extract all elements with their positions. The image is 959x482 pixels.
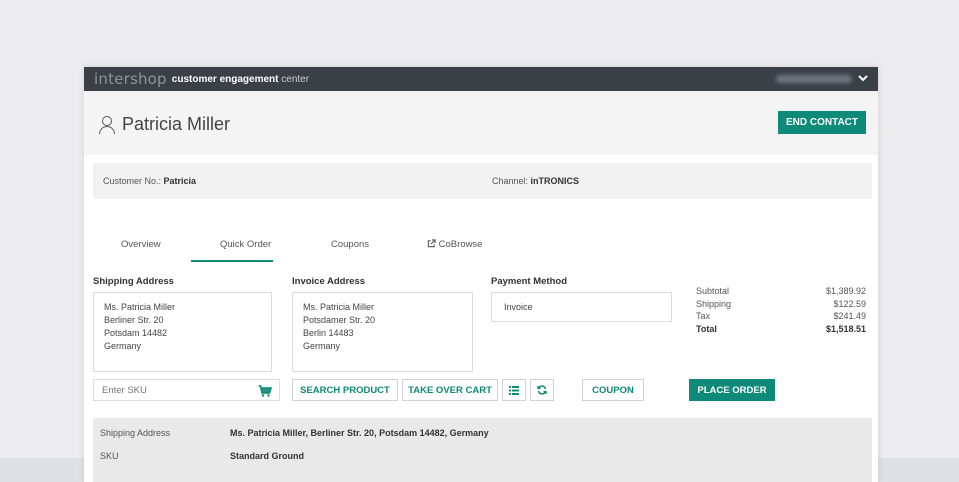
active-tab-indicator	[191, 260, 273, 262]
tab-quick-order[interactable]: Quick Order	[220, 239, 271, 262]
person-icon	[98, 115, 116, 135]
totals-row-tax: Tax $241.49	[696, 311, 866, 321]
customer-title: Patricia Miller	[98, 114, 230, 135]
shipping-address-title: Shipping Address	[93, 276, 174, 287]
tab-cobrowse[interactable]: CoBrowse	[427, 239, 482, 262]
channel: Channel: inTRONICS	[492, 176, 580, 186]
take-over-cart-button[interactable]: TAKE OVER CART	[402, 379, 498, 401]
product-name: customer engagement center	[171, 73, 310, 85]
tab-coupons[interactable]: Coupons	[331, 239, 369, 262]
list-icon	[509, 385, 519, 395]
payment-method-value: Invoice	[504, 302, 533, 312]
address-line: Potsdam 14482	[104, 328, 168, 338]
address-line: Berliner Str. 20	[104, 315, 164, 325]
invoice-address-box[interactable]: Ms. Patricia Miller Potsdamer Str. 20 Be…	[292, 292, 473, 372]
address-line: Ms. Patricia Miller	[104, 302, 176, 312]
payment-method-box[interactable]: Invoice	[491, 292, 672, 322]
search-product-button[interactable]: SEARCH PRODUCT	[292, 379, 398, 401]
totals-row-total: Total $1,518.51	[696, 323, 866, 334]
end-contact-button[interactable]: END CONTACT	[777, 111, 866, 134]
address-line: Ms. Patricia Miller	[303, 302, 375, 312]
address-line: Germany	[303, 341, 341, 351]
tab-overview[interactable]: Overview	[121, 239, 161, 262]
user-name-blurred	[776, 75, 852, 83]
customer-name: Patricia Miller	[122, 114, 231, 134]
payment-method-title: Payment Method	[491, 276, 568, 287]
address-line: Germany	[104, 341, 142, 351]
invoice-address-title: Invoice Address	[292, 276, 366, 287]
summary-label: Shipping Address	[100, 428, 171, 438]
summary-value: Ms. Patricia Miller, Berliner Str. 20, P…	[230, 428, 489, 438]
customer-number: Customer No.: Patricia	[103, 176, 197, 186]
cart-icon[interactable]	[258, 384, 273, 397]
external-link-icon	[427, 239, 436, 248]
summary-value: Standard Ground	[230, 451, 304, 461]
shipping-address-box[interactable]: Ms. Patricia Miller Berliner Str. 20 Pot…	[93, 292, 272, 372]
coupon-button[interactable]: COUPON	[582, 379, 644, 401]
refresh-button[interactable]	[530, 379, 554, 401]
sku-input[interactable]	[93, 379, 280, 401]
user-menu[interactable]	[776, 73, 868, 85]
totals-row-shipping: Shipping $122.59	[696, 298, 866, 309]
customer-info-bar: Customer No.: Patricia Channel: inTRONIC…	[93, 163, 872, 199]
place-order-button[interactable]: PLACE ORDER	[689, 379, 775, 401]
app-window: intershop customer engagement center Pat…	[84, 67, 878, 482]
summary-label: SKU	[100, 451, 119, 461]
order-summary: Shipping Address Ms. Patricia Miller, Be…	[93, 418, 872, 482]
customer-header: Patricia Miller END CONTACT	[84, 91, 878, 155]
list-view-button[interactable]	[502, 379, 526, 401]
chevron-down-icon[interactable]	[858, 73, 868, 85]
tab-bar: Overview Quick Order Coupons CoBrowse	[93, 233, 513, 263]
totals-row-subtotal: Subtotal $1,389.92	[696, 286, 866, 296]
top-bar: intershop customer engagement center	[84, 67, 878, 91]
order-totals: Subtotal $1,389.92 Shipping $122.59 Tax $24…	[696, 285, 866, 335]
refresh-icon	[537, 385, 547, 395]
brand-logo: intershop	[94, 70, 167, 88]
address-line: Berlin 14483	[303, 328, 354, 338]
address-line: Potsdamer Str. 20	[303, 315, 376, 325]
